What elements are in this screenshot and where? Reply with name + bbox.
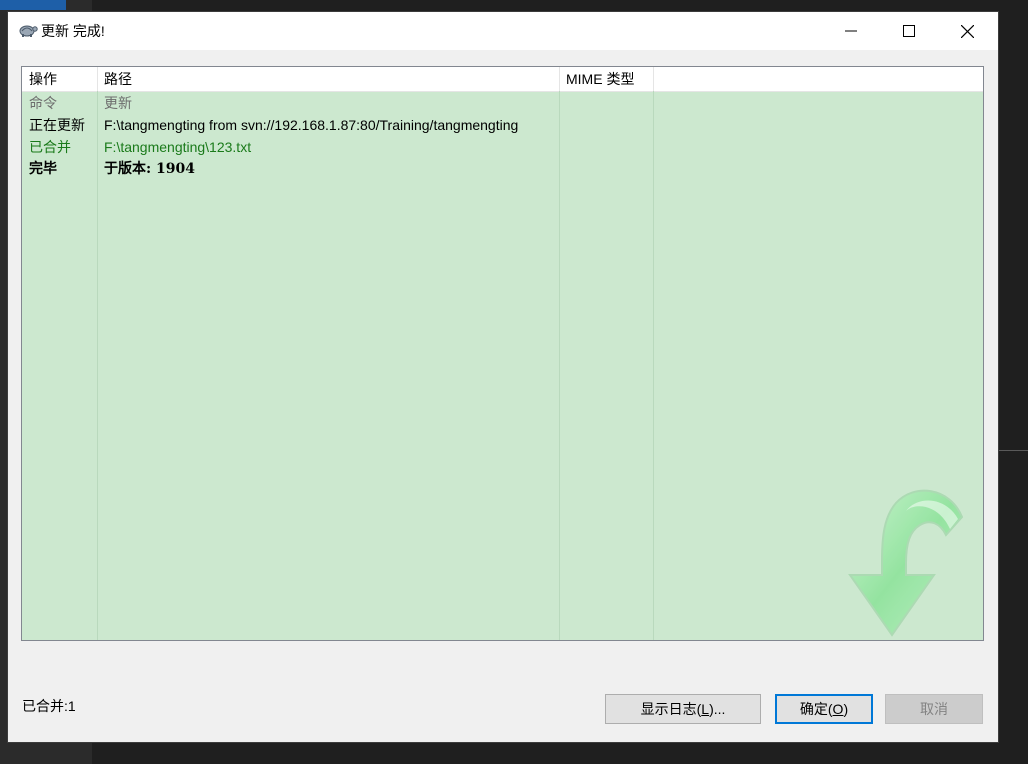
path-cell: 于版本: 1904: [104, 161, 196, 177]
window-title: 更新 完成!: [41, 23, 105, 39]
close-icon: [960, 24, 974, 38]
maximize-icon: [903, 25, 915, 37]
list-item[interactable]: 完毕 于版本: 1904: [22, 158, 983, 180]
desktop-divider: [998, 450, 1028, 451]
path-cell: 更新: [104, 95, 132, 111]
update-results-list[interactable]: 操作 路径 MIME 类型 命令 更新 正在更新 F:\tangmengting…: [21, 66, 984, 641]
show-log-button[interactable]: 显示日志(L)...: [605, 694, 761, 724]
column-header-mime[interactable]: MIME 类型: [559, 67, 653, 91]
list-header: 操作 路径 MIME 类型: [22, 67, 983, 92]
update-arrow-icon: [848, 489, 964, 637]
close-button[interactable]: [938, 12, 996, 50]
action-cell: 完毕: [29, 161, 57, 177]
update-dialog: 更新 完成! 操作 路径 MIME 类型 命令 更新 正在更新 F:\tangm…: [8, 12, 998, 742]
minimize-icon: [845, 30, 857, 32]
path-cell: F:\tangmengting\123.txt: [104, 139, 252, 155]
list-item[interactable]: 已合并 F:\tangmengting\123.txt: [22, 136, 983, 158]
path-cell: F:\tangmengting from svn://192.168.1.87:…: [104, 117, 519, 133]
merged-count-status: 已合并:1: [22, 698, 76, 714]
list-item[interactable]: 正在更新 F:\tangmengting from svn://192.168.…: [22, 114, 983, 136]
list-item[interactable]: 命令 更新: [22, 92, 983, 114]
column-header-action[interactable]: 操作: [22, 67, 97, 91]
column-header-path[interactable]: 路径: [97, 67, 559, 91]
desktop-taskbar-accent: [0, 0, 66, 10]
title-bar[interactable]: 更新 完成!: [8, 12, 998, 50]
ok-button[interactable]: 确定(O): [775, 694, 873, 724]
minimize-button[interactable]: [822, 12, 880, 50]
maximize-button[interactable]: [880, 12, 938, 50]
cancel-button[interactable]: 取消: [885, 694, 983, 724]
action-cell: 正在更新: [29, 117, 85, 133]
action-cell: 命令: [29, 95, 57, 111]
tortoise-icon: [19, 25, 38, 37]
action-cell: 已合并: [29, 139, 71, 155]
